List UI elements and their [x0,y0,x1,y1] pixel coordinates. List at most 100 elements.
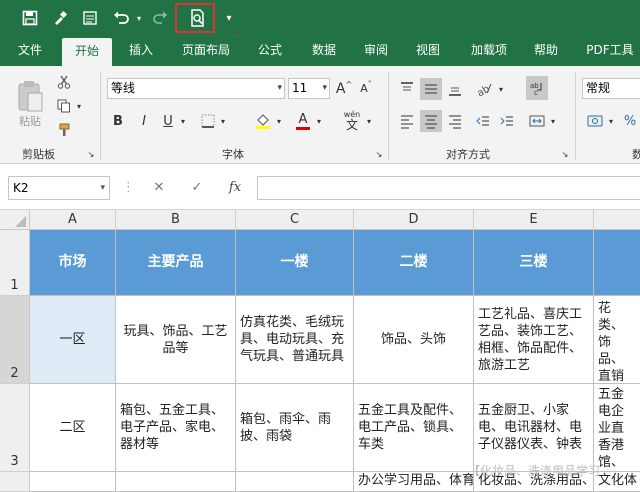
row-header-3[interactable]: 3 [0,384,30,472]
percent-icon[interactable]: % [620,110,640,132]
formula-input[interactable] [257,176,640,200]
form-icon[interactable] [78,6,102,30]
borders-icon[interactable] [198,110,218,132]
customize-qat-icon[interactable]: ▾ [222,6,236,30]
font-color-icon[interactable]: A [292,110,314,132]
italic-button[interactable]: I [134,110,154,132]
fill-color-icon[interactable] [252,110,274,132]
save-icon[interactable] [18,6,42,30]
table-cell[interactable] [236,472,354,492]
name-box[interactable]: K2 ▾ [8,176,110,200]
merge-center-icon[interactable] [526,110,548,132]
header-cell-floor2[interactable]: 二楼 [354,230,474,296]
tab-pdf-tools[interactable]: PDF工具 [580,36,640,66]
merge-dropdown-icon[interactable]: ▾ [548,110,558,132]
copy-dropdown-icon[interactable]: ▾ [74,96,84,116]
tab-home[interactable]: 开始 [62,38,112,66]
table-cell[interactable]: 办公学习用品、体育用品、办公 [354,472,474,492]
font-launcher-icon[interactable]: ↘ [374,148,384,160]
number-format-combo[interactable]: 常规 [582,78,640,99]
cut-icon[interactable] [54,72,74,92]
tab-data[interactable]: 数据 [304,36,344,66]
fill-color-dropdown-icon[interactable]: ▾ [274,110,284,132]
cancel-icon[interactable]: ✕ [148,176,170,200]
header-cell-products[interactable]: 主要产品 [116,230,236,296]
font-size-combo[interactable]: 11 ▾ [288,78,330,99]
tab-insert[interactable]: 插入 [118,36,164,66]
table-cell[interactable]: 一区 [30,296,116,384]
phonetic-dropdown-icon[interactable]: ▾ [364,110,374,132]
underline-dropdown-icon[interactable]: ▾ [178,110,188,132]
column-header-e[interactable]: E [474,210,594,230]
header-cell-floor4[interactable] [594,230,640,296]
column-header-c[interactable]: C [236,210,354,230]
accounting-format-icon[interactable] [584,110,606,132]
header-cell-market[interactable]: 市场 [30,230,116,296]
bold-button[interactable]: B [108,110,128,132]
column-header-a[interactable]: A [30,210,116,230]
borders-dropdown-icon[interactable]: ▾ [218,110,228,132]
tab-formulas[interactable]: 公式 [250,36,290,66]
grow-font-button[interactable]: A ^ [334,78,354,99]
alignment-launcher-icon[interactable]: ↘ [560,148,570,160]
row-header-2[interactable]: 2 [0,296,30,384]
tab-file[interactable]: 文件 [6,36,54,66]
row-header-1[interactable]: 1 [0,230,30,296]
paste-button[interactable]: 粘贴 [10,72,50,136]
header-cell-floor3[interactable]: 三楼 [474,230,594,296]
table-cell[interactable]: 文化体 [594,472,640,492]
table-cell[interactable]: 饰品、头饰 [354,296,474,384]
header-cell-floor1[interactable]: 一楼 [236,230,354,296]
align-bottom-icon[interactable] [444,78,466,100]
align-center-icon[interactable] [420,110,442,132]
column-header-d[interactable]: D [354,210,474,230]
table-cell[interactable]: 玩具、饰品、工艺品等 [116,296,236,384]
tab-help[interactable]: 帮助 [526,36,566,66]
redo-icon[interactable] [150,6,172,30]
orientation-dropdown-icon[interactable]: ▾ [496,78,506,100]
align-right-icon[interactable] [444,110,466,132]
increase-indent-icon[interactable] [496,110,518,132]
undo-dropdown-icon[interactable]: ▾ [134,6,144,30]
align-middle-icon[interactable] [420,78,442,100]
align-left-icon[interactable] [396,110,418,132]
tab-view[interactable]: 视图 [408,36,448,66]
table-cell[interactable] [30,472,116,492]
column-header-f[interactable] [594,210,640,230]
table-cell[interactable]: 二区 [30,384,116,472]
accounting-dropdown-icon[interactable]: ▾ [606,110,616,132]
tab-page-layout[interactable]: 页面布局 [172,36,240,66]
print-preview-icon[interactable] [186,6,210,30]
table-cell[interactable]: 五金电企业直香港馆、四川 [594,384,640,472]
decrease-indent-icon[interactable] [472,110,494,132]
format-painter-ribbon-icon[interactable] [54,120,74,140]
wrap-text-icon[interactable]: ab c [526,76,548,100]
insert-function-button[interactable]: fx [222,176,248,200]
underline-button[interactable]: U [158,110,178,132]
font-name-combo[interactable]: 等线 ▾ [107,78,285,99]
table-cell[interactable]: 仿真花类、毛绒玩具、电动玩具、充气玩具、普通玩具 [236,296,354,384]
table-cell[interactable]: 工艺礼品、喜庆工艺品、装饰工艺、相框、饰品配件、旅游工艺 [474,296,594,384]
row-header-4[interactable] [0,472,30,492]
orientation-icon[interactable]: ab [472,78,496,100]
undo-icon[interactable] [108,6,134,30]
table-cell[interactable]: 箱包、五金工具、电子产品、家电、器材等 [116,384,236,472]
font-color-dropdown-icon[interactable]: ▾ [314,110,324,132]
phonetic-button[interactable]: wén 文 [340,106,364,134]
copy-icon[interactable] [54,96,74,116]
table-cell[interactable]: 五金厨卫、小家电、电讯器材、电子仪器仪表、钟表 [474,384,594,472]
tab-addins[interactable]: 加载项 [462,36,516,66]
enter-icon[interactable]: ✓ [186,176,208,200]
table-cell[interactable]: 五金工具及配件、电工产品、锁具、车类 [354,384,474,472]
format-painter-icon[interactable] [48,6,72,30]
tab-review[interactable]: 审阅 [356,36,396,66]
select-all-corner[interactable] [0,210,30,230]
shrink-font-button[interactable]: A ˅ [356,78,376,99]
align-top-icon[interactable] [396,78,418,100]
table-cell[interactable]: 箱包、雨伞、雨披、雨袋 [236,384,354,472]
column-header-b[interactable]: B [116,210,236,230]
clipboard-launcher-icon[interactable]: ↘ [86,148,96,160]
worksheet-grid[interactable]: A B C D E 1 2 3 市场 主要产品 一楼 二楼 三楼 一区 玩具、饰… [0,210,640,492]
table-cell[interactable] [116,472,236,492]
table-cell[interactable]: 花类、饰品、直销中 [594,296,640,384]
